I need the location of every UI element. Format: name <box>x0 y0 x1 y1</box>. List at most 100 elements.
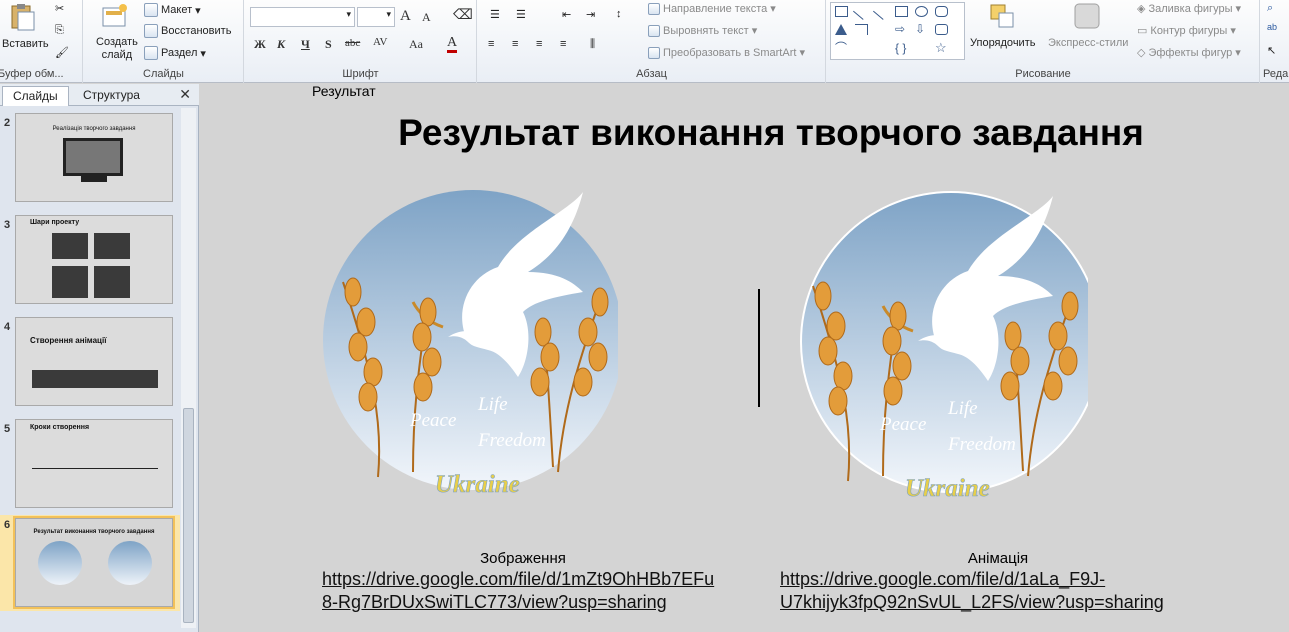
italic-button[interactable]: К <box>277 37 285 52</box>
slide-thumbnail-5[interactable]: Кроки створення <box>15 419 173 508</box>
thumbnail-row[interactable]: 4 Створення анімації <box>0 317 180 409</box>
image-link-line-2[interactable]: 8-Rg7BrDUxSwiTLC773/view?usp=sharing <box>322 591 714 614</box>
reset-icon <box>144 24 158 38</box>
image-caption[interactable]: Зображення <box>463 550 583 567</box>
font-color-button[interactable]: A <box>447 36 458 53</box>
brace-shape-icon[interactable]: { } <box>895 42 908 54</box>
thumbnail-row[interactable]: 5 Кроки створення <box>0 419 180 511</box>
arrange-button[interactable]: Упорядочить <box>970 37 1035 49</box>
bold-button[interactable]: Ж <box>254 37 266 52</box>
paste-button[interactable]: Вставить <box>2 38 49 50</box>
peace-emblem-image-left[interactable]: Life Peace Freedom Ukraine <box>318 172 618 502</box>
panel-scrollbar[interactable] <box>181 108 196 628</box>
thumbnail-number: 3 <box>4 219 11 231</box>
decrease-indent-icon[interactable]: ⇤ <box>562 8 571 21</box>
shape-effects-button[interactable]: ◇ Эффекты фигур ▾ <box>1137 46 1241 60</box>
align-right-icon[interactable]: ≡ <box>536 38 542 50</box>
new-slide-button[interactable]: Создать слайд <box>96 36 138 62</box>
format-painter-icon[interactable]: 🖌 <box>55 46 69 59</box>
numbering-icon[interactable]: ☰ <box>516 8 526 21</box>
slide-canvas[interactable]: Результат Результат виконання творчого з… <box>253 83 1289 632</box>
slide-thumbnail-3[interactable]: Шари проекту <box>15 215 173 304</box>
shape-outline-button[interactable]: ▭ Контур фигуры ▾ <box>1137 24 1236 38</box>
thumbnail-row[interactable]: 3 Шари проекту <box>0 215 180 307</box>
vertical-divider-line[interactable] <box>758 289 760 407</box>
convert-smartart-button[interactable]: Преобразовать в SmartArt ▾ <box>648 46 805 59</box>
animation-caption[interactable]: Анімація <box>943 550 1053 567</box>
paste-icon[interactable] <box>8 2 38 32</box>
change-case-button[interactable]: Aa <box>409 37 423 52</box>
shape-fill-label: Заливка фигуры <box>1148 2 1233 15</box>
char-spacing-button[interactable]: AV <box>373 36 387 48</box>
tab-slides[interactable]: Слайды <box>2 86 69 106</box>
thumbnail-monitor-stand <box>81 176 107 182</box>
shapes-gallery[interactable]: ⇨ ⇩ ⌒ { } ☆ <box>830 2 965 60</box>
copy-icon[interactable]: ⎘ <box>55 24 64 37</box>
emblem-peace-text: Peace <box>409 410 456 431</box>
peace-emblem-image-right[interactable]: Life Peace Freedom Ukraine <box>788 176 1088 506</box>
rectangle-shape-icon[interactable] <box>835 6 848 17</box>
slide-thumbnail-4[interactable]: Створення анімації <box>15 317 173 406</box>
line-shape-icon[interactable] <box>852 3 871 20</box>
thumbnail-row[interactable]: 2 Реалізація творчого завдання <box>0 113 180 205</box>
animation-link-line-1[interactable]: https://drive.google.com/file/d/1aLa_F9J… <box>780 568 1164 591</box>
curve-shape-icon[interactable]: ⌒ <box>835 42 848 54</box>
panel-scrollbar-thumb[interactable] <box>183 408 194 623</box>
section-button[interactable]: Раздел ▾ <box>144 46 206 60</box>
font-size-combo[interactable]: ▾ <box>357 7 395 27</box>
emblem-ukraine-text: Ukraine <box>435 471 520 498</box>
bullets-icon[interactable]: ☰ <box>490 8 500 21</box>
rounded-rect-shape-icon[interactable] <box>935 6 948 17</box>
animation-link[interactable]: https://drive.google.com/file/d/1aLa_F9J… <box>780 568 1164 614</box>
paragraph-group: ☰ ☰ ⇤ ⇥ ↕ ≡ ≡ ≡ ≡ ⫼ Направление текста ▾… <box>478 0 826 83</box>
layout-button[interactable]: Макет ▾ <box>144 3 201 17</box>
clear-format-icon[interactable]: ⌫ <box>453 7 473 24</box>
align-left-icon[interactable]: ≡ <box>488 38 494 50</box>
grow-font-button[interactable]: A <box>400 8 411 25</box>
line-spacing-icon[interactable]: ↕ <box>616 8 622 20</box>
close-panel-icon[interactable]: ✕ <box>179 86 191 103</box>
shape-fill-button[interactable]: ◈ Заливка фигуры ▾ <box>1137 2 1241 16</box>
new-slide-label-1: Создать <box>96 36 138 48</box>
triangle-shape-icon[interactable] <box>835 24 847 35</box>
new-slide-icon[interactable] <box>100 2 130 32</box>
image-link-line-1[interactable]: https://drive.google.com/file/d/1mZt9OhH… <box>322 568 714 591</box>
find-icon[interactable]: ⌕ <box>1267 2 1273 15</box>
replace-icon[interactable]: ab <box>1267 22 1277 32</box>
underline-button[interactable]: Ч <box>301 37 310 52</box>
slide-thumbnail-6[interactable]: Результат виконання творчого завдання <box>13 516 175 609</box>
align-center-icon[interactable]: ≡ <box>512 38 518 50</box>
right-arrow-shape-icon[interactable]: ⇨ <box>895 23 908 35</box>
select-icon[interactable]: ↖ <box>1267 44 1276 57</box>
slide-title[interactable]: Результат виконання творчого завдання <box>253 112 1289 154</box>
arrange-icon[interactable] <box>987 1 1017 31</box>
thumbnail-row-selected[interactable]: 6 Результат виконання творчого завдання <box>0 515 180 611</box>
flowchart-shape-icon[interactable] <box>935 24 948 35</box>
thumbnail-timeline-strip <box>32 370 158 388</box>
align-text-button[interactable]: Выровнять текст ▾ <box>648 24 757 37</box>
animation-link-line-2[interactable]: U7khijyk3fpQ92nSvUL_L2FS/view?usp=sharin… <box>780 591 1164 614</box>
rect-outline-shape-icon[interactable] <box>895 6 908 17</box>
star-shape-icon[interactable]: ☆ <box>935 41 948 54</box>
font-name-combo[interactable]: ▾ <box>250 7 355 27</box>
elbow-connector-shape-icon[interactable] <box>855 24 868 35</box>
quick-styles-icon[interactable] <box>1072 1 1102 31</box>
reset-button[interactable]: Восстановить <box>144 24 231 38</box>
slide-label[interactable]: Результат <box>312 83 376 99</box>
columns-icon[interactable]: ⫼ <box>590 38 595 51</box>
down-arrow-shape-icon[interactable]: ⇩ <box>915 23 928 35</box>
shadow-button[interactable]: S <box>325 37 332 52</box>
arrow-shape-icon[interactable] <box>872 3 891 20</box>
slide-thumbnail-2[interactable]: Реалізація творчого завдання <box>15 113 173 202</box>
strikethrough-button[interactable]: abc <box>345 37 360 49</box>
tab-outline[interactable]: Структура <box>73 86 150 106</box>
shape-outline-icon: ▭ <box>1137 25 1148 37</box>
increase-indent-icon[interactable]: ⇥ <box>586 8 595 21</box>
image-link[interactable]: https://drive.google.com/file/d/1mZt9OhH… <box>322 568 714 614</box>
text-direction-button[interactable]: Направление текста ▾ <box>648 2 776 15</box>
oval-shape-icon[interactable] <box>915 6 928 17</box>
justify-icon[interactable]: ≡ <box>560 38 566 50</box>
cut-icon[interactable]: ✂ <box>55 2 64 15</box>
quick-styles-button[interactable]: Экспресс-стили <box>1048 37 1128 49</box>
shrink-font-button[interactable]: A <box>422 10 431 25</box>
